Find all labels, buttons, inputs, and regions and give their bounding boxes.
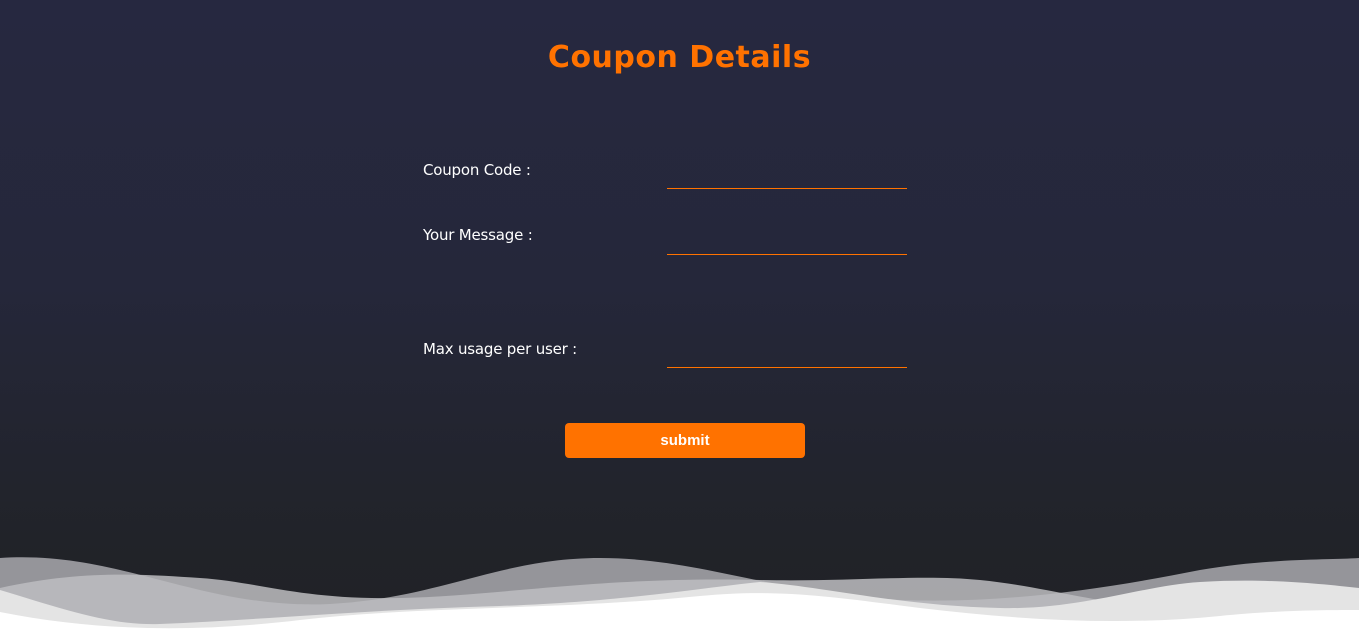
max-usage-label: Max usage per user : xyxy=(423,340,578,358)
submit-button[interactable]: submit xyxy=(565,423,805,458)
message-label: Your Message : xyxy=(423,226,533,244)
page-title: Coupon Details xyxy=(547,40,812,75)
decorative-waves xyxy=(0,557,1359,632)
coupon-code-input[interactable] xyxy=(667,165,907,189)
message-input[interactable] xyxy=(667,231,907,255)
coupon-code-label: Coupon Code : xyxy=(423,161,531,179)
max-usage-input[interactable] xyxy=(667,344,907,368)
